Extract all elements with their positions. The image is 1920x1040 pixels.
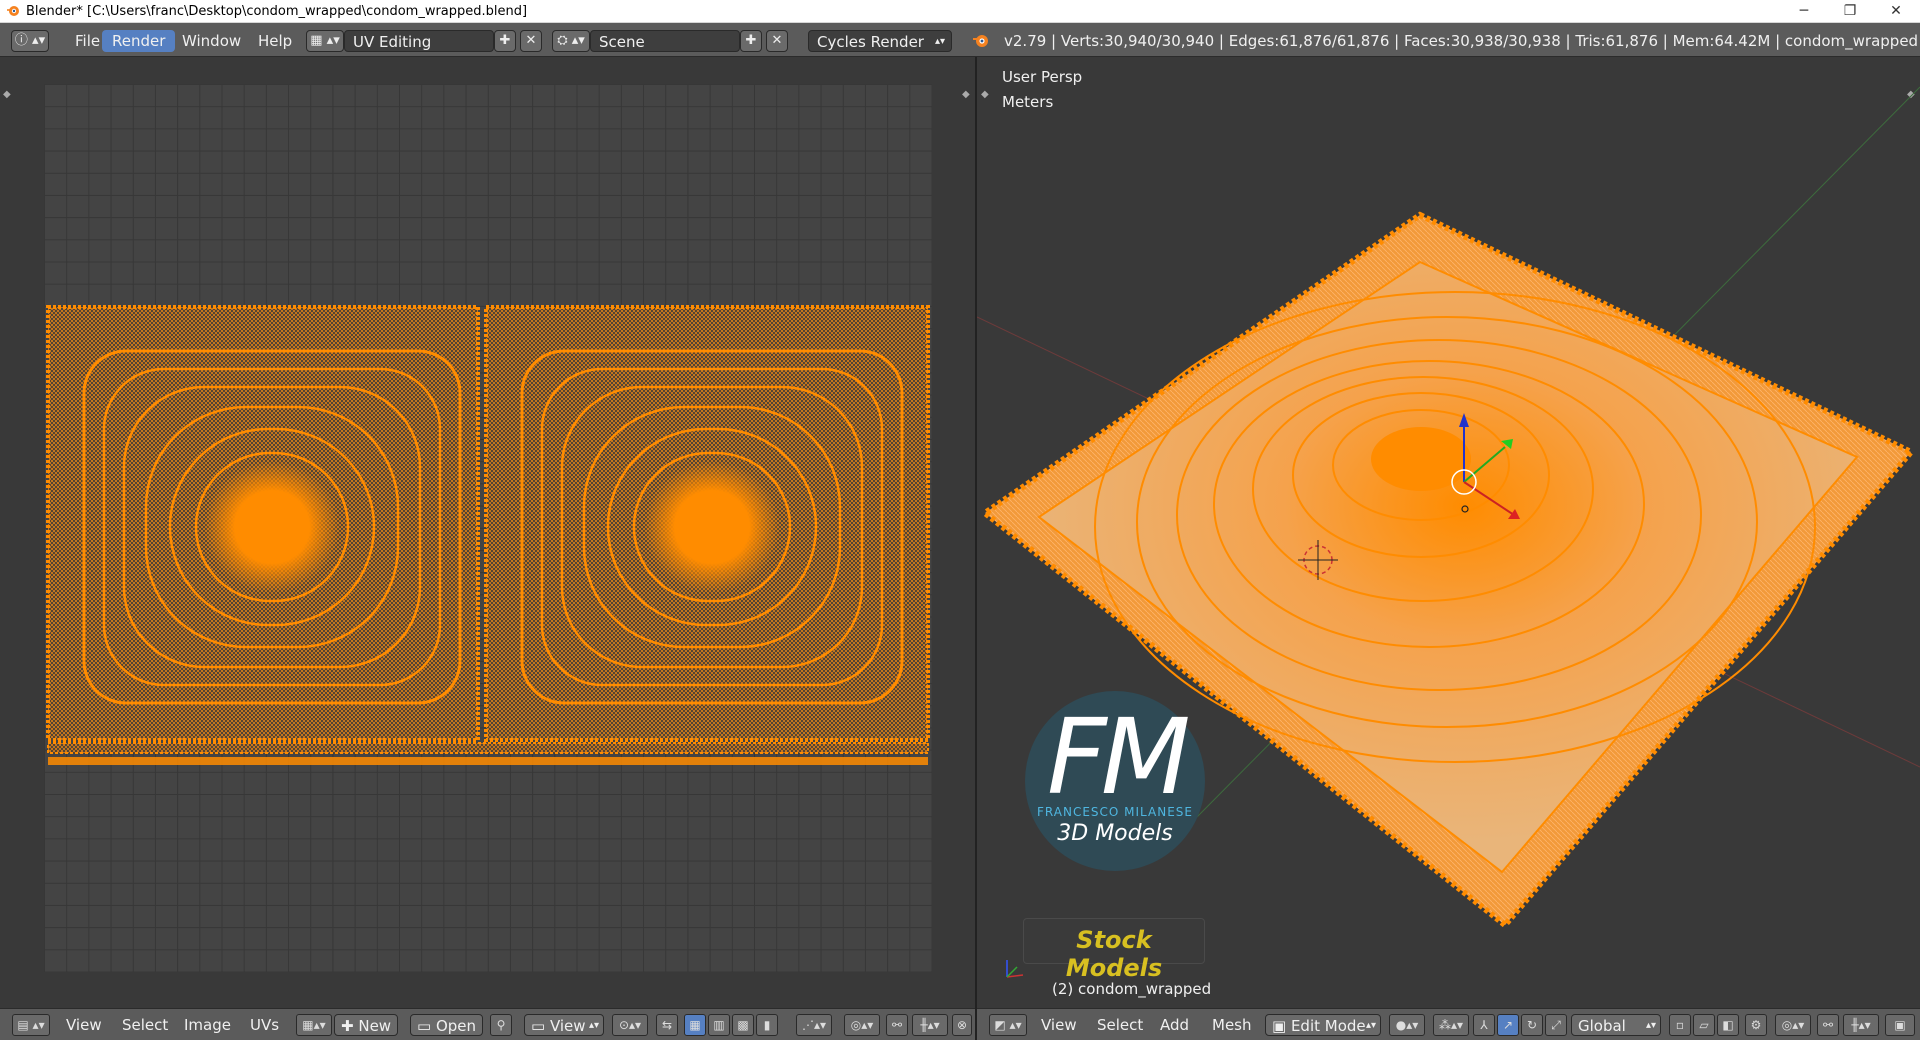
grease-pencil-icon[interactable]: ⊗ xyxy=(952,1014,972,1036)
render-preview-icon[interactable]: ▣ xyxy=(1885,1014,1915,1036)
uv-menu-view[interactable]: View xyxy=(66,1014,102,1036)
watermark-logo: FM FRANCESCO MILANESE 3D Models xyxy=(1025,691,1205,871)
updown-arrows-icon: ▴▾ xyxy=(934,36,945,47)
scale-manipulator-icon[interactable]: ⤢ xyxy=(1545,1014,1567,1036)
remove-scene-icon[interactable]: ✕ xyxy=(766,30,788,52)
view-mode-label: View xyxy=(549,1017,586,1035)
uv-islands xyxy=(46,305,930,765)
mode-label: Edit Mode xyxy=(1290,1017,1366,1035)
close-button[interactable]: ✕ xyxy=(1873,0,1919,22)
new-image-button[interactable]: ✚ New xyxy=(334,1014,399,1036)
open-image-button[interactable]: ▭ Open xyxy=(410,1014,484,1036)
vp-menu-mesh[interactable]: Mesh xyxy=(1212,1014,1252,1036)
add-scene-icon[interactable]: ✚ xyxy=(740,30,762,52)
scene-field[interactable]: Scene xyxy=(590,30,740,52)
edge-select-icon[interactable]: ▥ xyxy=(708,1014,730,1036)
pivot-icon[interactable]: ⊙▴▾ xyxy=(612,1014,648,1036)
view-mode-dropdown[interactable]: ▭ View ▴▾ xyxy=(524,1014,604,1036)
snap-target-icon[interactable]: ╫▴▾ xyxy=(912,1014,948,1036)
window-titlebar: Blender* [C:\Users\franc\Desktop\condom_… xyxy=(0,0,1920,23)
uv-editor-header: ▤ ▴▾ View Select Image UVs ▦▴▾ ✚ New ▭ O… xyxy=(0,1008,975,1040)
manipulator-toggle-icon[interactable]: ⅄ xyxy=(1473,1014,1495,1036)
folder-icon: ▭ xyxy=(417,1017,436,1035)
menu-help[interactable]: Help xyxy=(248,30,302,52)
vp-menu-select[interactable]: Select xyxy=(1097,1014,1143,1036)
viewport-shading-icon[interactable]: ●▴▾ xyxy=(1389,1014,1425,1036)
vertex-select-mode-icon[interactable]: ▫ xyxy=(1669,1014,1691,1036)
editor-type-info-icon[interactable]: ⓘ ▴▾ xyxy=(11,30,49,52)
uv-menu-select[interactable]: Select xyxy=(122,1014,168,1036)
image-browse-icon[interactable]: ▦▴▾ xyxy=(296,1014,332,1036)
transform-orientation-dropdown[interactable]: Global ▴▾ xyxy=(1571,1014,1661,1036)
editor-type-icon[interactable]: ▤ ▴▾ xyxy=(12,1014,50,1036)
object-label: (2) condom_wrapped xyxy=(1052,980,1212,998)
open-image-label: Open xyxy=(435,1017,477,1035)
remove-screen-icon[interactable]: ✕ xyxy=(520,30,542,52)
updown-arrows-icon: ▴▾ xyxy=(1645,1020,1656,1031)
face-select-icon[interactable]: ▩ xyxy=(732,1014,754,1036)
window-title: Blender* [C:\Users\franc\Desktop\condom_… xyxy=(26,3,528,19)
orientation-label: Global xyxy=(1578,1017,1626,1035)
screen-layout-field[interactable]: UV Editing xyxy=(344,30,494,52)
render-engine-dropdown[interactable]: Cycles Render ▴▾ xyxy=(808,30,952,52)
edge-select-mode-icon[interactable]: ▱ xyxy=(1693,1014,1715,1036)
watermark-brand: FRANCESCO MILANESE xyxy=(1037,805,1193,819)
vertex-select-icon[interactable]: ▦ xyxy=(684,1014,706,1036)
sync-selection-icon[interactable]: ⇆ xyxy=(656,1014,678,1036)
uv-menu-uvs[interactable]: UVs xyxy=(250,1014,279,1036)
menu-window[interactable]: Window xyxy=(172,30,251,52)
info-header: ⓘ ▴▾ File Render Window Help ▦ ▴▾ UV Edi… xyxy=(0,23,1920,57)
face-select-mode-icon[interactable]: ◧ xyxy=(1717,1014,1739,1036)
snap-icon[interactable]: ⚯ xyxy=(1817,1014,1839,1036)
3d-viewport-header: ◩ ▴▾ View Select Add Mesh ▣ Edit Mode ▴▾ … xyxy=(977,1008,1920,1040)
snap-icon[interactable]: ⚯ xyxy=(886,1014,908,1036)
render-engine-label: Cycles Render xyxy=(817,33,924,51)
minimize-button[interactable]: ─ xyxy=(1781,0,1827,22)
watermark-letters: FM xyxy=(1047,696,1191,818)
add-screen-icon[interactable]: ✚ xyxy=(494,30,516,52)
uv-menu-image[interactable]: Image xyxy=(184,1014,231,1036)
vp-menu-view[interactable]: View xyxy=(1041,1014,1077,1036)
translate-manipulator-icon[interactable]: ↗ xyxy=(1497,1014,1519,1036)
editor-type-icon[interactable]: ◩ ▴▾ xyxy=(989,1014,1027,1036)
scene-statistics: v2.79 | Verts:30,940/30,940 | Edges:61,8… xyxy=(1004,32,1919,50)
island-select-icon[interactable]: ▮ xyxy=(756,1014,778,1036)
limit-selection-icon[interactable]: ⚙ xyxy=(1745,1014,1767,1036)
3d-viewport[interactable]: User Persp Meters ◆ ◆ FM FRANCESCO MILAN… xyxy=(977,57,1920,1008)
updown-arrows-icon: ▴▾ xyxy=(1365,1020,1376,1031)
rotate-manipulator-icon[interactable]: ↻ xyxy=(1521,1014,1543,1036)
vp-menu-add[interactable]: Add xyxy=(1160,1014,1189,1036)
updown-arrows-icon: ▴▾ xyxy=(588,1020,599,1031)
edit-mode-icon: ▣ xyxy=(1272,1017,1291,1035)
watermark-banner: Stock Models xyxy=(1023,918,1205,982)
blender-logo-icon xyxy=(7,6,19,16)
pivot-point-icon[interactable]: ⁂▴▾ xyxy=(1433,1014,1469,1036)
watermark-banner-text: Stock Models xyxy=(1065,926,1163,982)
sticky-select-icon[interactable]: ⋰▴▾ xyxy=(796,1014,832,1036)
pin-icon[interactable]: ⚲ xyxy=(490,1014,512,1036)
watermark-tagline: 3D Models xyxy=(1057,821,1173,846)
menu-render[interactable]: Render xyxy=(102,30,176,52)
mode-dropdown[interactable]: ▣ Edit Mode ▴▾ xyxy=(1265,1014,1381,1036)
scene-icon[interactable]: ⛭ ▴▾ xyxy=(552,30,590,52)
view-mode-icon: ▭ xyxy=(531,1017,550,1035)
proportional-edit-icon[interactable]: ◎▴▾ xyxy=(1775,1014,1811,1036)
new-image-label: New xyxy=(358,1017,392,1035)
plus-icon: ✚ xyxy=(341,1017,359,1035)
snap-element-icon[interactable]: ╫▴▾ xyxy=(1843,1014,1879,1036)
uv-editor-area[interactable]: ◆ ◆ xyxy=(0,57,975,1008)
screen-layout-icon[interactable]: ▦ ▴▾ xyxy=(306,30,344,52)
proportional-edit-icon[interactable]: ◎▴▾ xyxy=(844,1014,880,1036)
restore-button[interactable]: ❐ xyxy=(1827,0,1873,22)
blender-logo-icon xyxy=(973,35,988,47)
